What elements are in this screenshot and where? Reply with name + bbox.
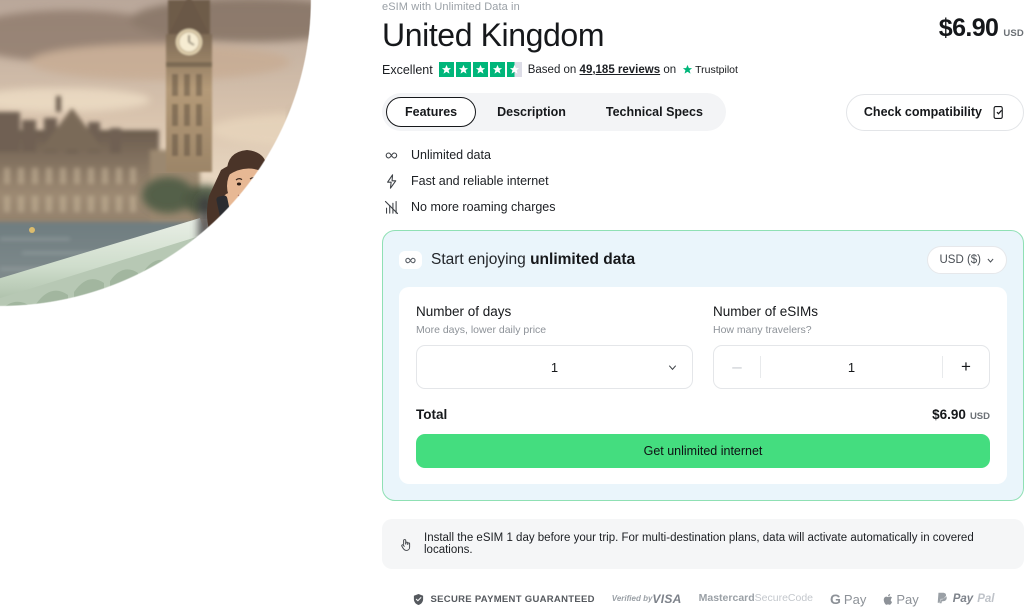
trustpilot-rating[interactable]: Excellent Based on 49,185 reviews on Tru…	[382, 62, 1024, 77]
total-label: Total	[416, 407, 448, 422]
rating-on: on	[663, 63, 677, 76]
esims-value: 1	[847, 359, 856, 375]
currency-selected-label: USD ($)	[939, 254, 981, 266]
trustpilot-logo: Trustpilot	[682, 64, 738, 76]
secure-payment-label: SECURE PAYMENT GUARANTEED	[430, 593, 595, 605]
esims-hint: How many travelers?	[713, 324, 812, 336]
total-currency: USD	[969, 411, 990, 422]
product-details: eSIM with Unlimited Data in United Kingd…	[382, 0, 1024, 611]
check-compatibility-label: Check compatibility	[863, 105, 982, 119]
install-notice-text: Install the eSIM 1 day before your trip.…	[424, 532, 974, 556]
purchase-card-header: Start enjoying unlimited data USD ($)	[399, 246, 1007, 274]
product-price: $6.90	[938, 14, 999, 42]
product-price-currency: USD	[1003, 28, 1024, 39]
purchase-card: Start enjoying unlimited data USD ($) Nu…	[382, 230, 1024, 501]
hero-image	[0, 0, 359, 424]
google-pay-label: Pay	[843, 591, 867, 607]
total-amount-group: $6.90 USD	[932, 407, 990, 422]
visa-wordmark: VISA	[652, 591, 682, 606]
tab-row: Features Description Technical Specs Che…	[382, 93, 1024, 131]
product-header: eSIM with Unlimited Data in United Kingd…	[382, 0, 1024, 55]
form-fields: Number of days More days, lower daily pr…	[416, 304, 990, 389]
product-header-left: eSIM with Unlimited Data in United Kingd…	[382, 0, 604, 55]
trustpilot-name: Trustpilot	[695, 63, 738, 76]
tab-features[interactable]: Features	[386, 97, 477, 127]
shield-check-icon	[413, 593, 423, 605]
feature-label: Fast and reliable internet	[411, 174, 549, 188]
feature-item: No more roaming charges	[382, 198, 1024, 216]
esims-field: Number of eSIMs How many travelers? – 1 …	[713, 304, 990, 389]
product-page: eSIM with Unlimited Data in United Kingd…	[0, 0, 1024, 611]
esims-decrement-button[interactable]: –	[714, 346, 760, 388]
apple-logo-icon	[884, 593, 893, 605]
product-eyebrow: eSIM with Unlimited Data in	[382, 1, 520, 13]
days-label: Number of days	[416, 304, 512, 319]
visa-badge: Verified by VISA	[612, 593, 682, 606]
google-g-icon: G	[830, 591, 841, 607]
apple-pay-badge: Pay	[883, 591, 919, 607]
visa-verified-by: Verified by	[611, 593, 653, 603]
purchase-title-prefix: Start enjoying	[431, 251, 531, 268]
secure-payment-badge: SECURE PAYMENT GUARANTEED	[412, 593, 595, 606]
paypal-pal-label: Pal	[977, 593, 995, 605]
rating-reviews-count[interactable]: 49,185 reviews	[580, 64, 661, 76]
hand-tap-icon	[401, 538, 411, 551]
page-title: United Kingdom	[382, 17, 605, 53]
days-value: 1	[550, 359, 559, 375]
tab-technical-specs[interactable]: Technical Specs	[587, 97, 722, 127]
check-compatibility-button[interactable]: Check compatibility	[845, 93, 1024, 131]
feature-item: Fast and reliable internet	[382, 172, 1024, 190]
rating-summary: Based on 49,185 reviews on	[528, 64, 676, 76]
chevron-down-icon	[668, 364, 677, 370]
chevron-down-icon	[987, 258, 994, 263]
esims-increment-button[interactable]: +	[943, 346, 989, 388]
currency-selector[interactable]: USD ($)	[927, 246, 1007, 274]
days-hint: More days, lower daily price	[416, 324, 547, 336]
phone-check-icon	[993, 105, 1003, 119]
days-field: Number of days More days, lower daily pr…	[416, 304, 693, 389]
total-row: Total $6.90 USD	[416, 407, 990, 422]
purchase-form: Number of days More days, lower daily pr…	[399, 287, 1007, 484]
rating-word: Excellent	[382, 62, 433, 77]
star-icon	[489, 62, 505, 77]
feature-list: Unlimited data Fast and reliable interne…	[382, 146, 1024, 216]
esims-label: Number of eSIMs	[713, 304, 819, 319]
hero-illustration	[0, 0, 359, 424]
paypal-pay-label: Pay	[952, 593, 974, 605]
star-icon	[455, 62, 471, 77]
infinity-icon	[399, 251, 422, 269]
half-star-icon	[506, 62, 522, 77]
tab-description[interactable]: Description	[478, 97, 585, 127]
mastercard-wordmark: Mastercard	[698, 592, 755, 605]
feature-label: No more roaming charges	[411, 200, 556, 214]
purchase-card-title: Start enjoying unlimited data	[431, 251, 635, 269]
feature-label: Unlimited data	[411, 148, 491, 162]
esims-stepper: – 1 +	[713, 345, 990, 389]
no-roaming-icon	[382, 198, 400, 216]
paypal-logo-icon	[937, 592, 947, 604]
apple-pay-label: Pay	[896, 591, 919, 607]
rating-based-on: Based on	[527, 63, 577, 76]
price-block: $6.90 USD	[939, 0, 1024, 43]
lightning-bolt-icon	[382, 172, 400, 190]
purchase-card-title-group: Start enjoying unlimited data	[399, 251, 635, 269]
mastercard-securecode: SecureCode	[754, 592, 814, 605]
mastercard-badge: Mastercard SecureCode	[699, 593, 813, 605]
get-unlimited-internet-button[interactable]: Get unlimited internet	[416, 434, 990, 468]
purchase-title-bold: unlimited data	[530, 251, 636, 268]
star-icon	[438, 62, 454, 77]
tab-group: Features Description Technical Specs	[382, 93, 726, 131]
paypal-badge: Pay Pal	[936, 592, 995, 606]
feature-item: Unlimited data	[382, 146, 1024, 164]
days-select[interactable]: 1	[416, 345, 693, 389]
total-price: $6.90	[932, 407, 966, 422]
rating-stars	[438, 62, 522, 77]
google-pay-badge: G Pay	[830, 591, 866, 607]
install-notice: Install the eSIM 1 day before your trip.…	[382, 519, 1024, 569]
trustpilot-star-icon	[683, 64, 693, 74]
star-icon	[472, 62, 488, 77]
infinity-icon	[382, 146, 400, 164]
payment-badges: SECURE PAYMENT GUARANTEED Verified by VI…	[382, 591, 1024, 607]
